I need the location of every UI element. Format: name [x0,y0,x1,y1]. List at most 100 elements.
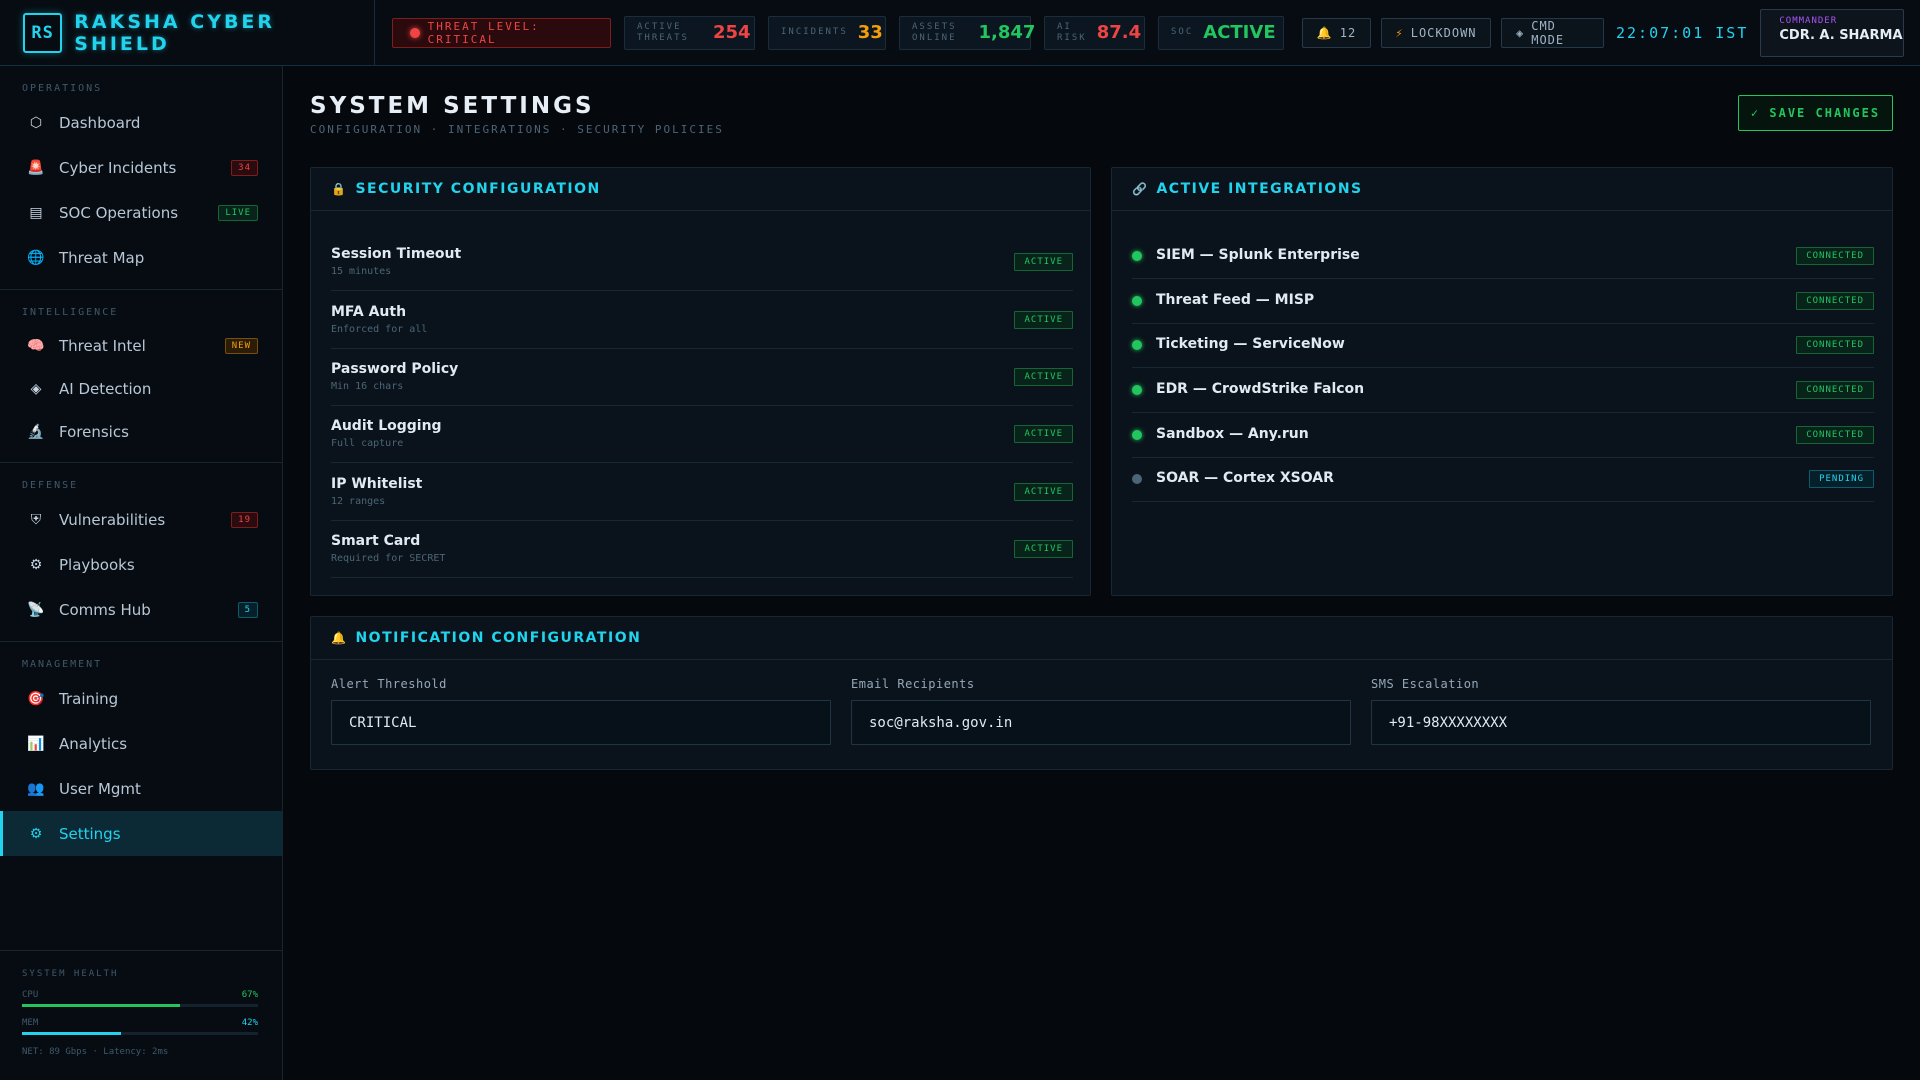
stat-label: THREATS [637,32,689,43]
card-title: NOTIFICATION CONFIGURATION [355,630,642,646]
integration-name: Threat Feed — MISP [1156,292,1315,308]
bar-chart-icon: 📊 [27,735,45,752]
server-icon: ▤ [29,204,43,221]
cpu-row: CPU 67% [22,990,258,1000]
email-recipients-input[interactable]: soc@raksha.gov.in [851,700,1351,745]
alert-threshold-input[interactable]: CRITICAL [331,700,831,745]
stat-value: ACTIVE [1203,22,1276,43]
sidebar-item-cyber-incidents[interactable]: 🚨 Cyber Incidents 34 [0,145,282,190]
card-title: ACTIVE INTEGRATIONS [1156,181,1363,197]
integration-row-edr[interactable]: EDR — CrowdStrike Falcon CONNECTED [1132,368,1874,413]
status-badge: ACTIVE [1014,253,1073,271]
sidebar-item-vulnerabilities[interactable]: ⛨ Vulnerabilities 19 [0,497,282,542]
stat-label: ACTIVE [637,21,682,32]
network-status: NET: 89 Gbps · Latency: 2ms [22,1047,169,1057]
integration-row-soar[interactable]: SOAR — Cortex XSOAR PENDING [1132,457,1874,502]
setting-name: IP Whitelist [331,476,423,492]
threat-level-indicator: THREAT LEVEL: CRITICAL [392,17,611,48]
sidebar-item-ai-detection[interactable]: ◈ AI Detection [0,367,282,410]
sms-escalation-input[interactable]: +91-98XXXXXXXX [1371,700,1871,745]
setting-row-audit-logging[interactable]: Audit Logging Full capture ACTIVE [331,406,1073,463]
sidebar-item-user-mgmt[interactable]: 👥 User Mgmt [0,766,282,811]
stat-value: 254 [712,22,751,43]
sidebar-item-label: Comms Hub [59,600,151,619]
card-title: SECURITY CONFIGURATION [355,181,601,197]
integration-row-siem[interactable]: SIEM — Splunk Enterprise CONNECTED [1132,234,1874,279]
mem-bar-fill [22,1032,122,1035]
nav-section-intelligence: INTELLIGENCE 🧠 Threat Intel NEW ◈ AI Det… [0,290,282,463]
count-badge: 5 [237,601,258,618]
stat-label: ONLINE [912,32,957,43]
sidebar-item-soc-operations[interactable]: ▤ SOC Operations LIVE [0,190,282,235]
stat-value: 87.4 [1096,22,1142,43]
integration-row-threat-feed[interactable]: Threat Feed — MISP CONNECTED [1132,279,1874,324]
lockdown-button[interactable]: ⚡ LOCKDOWN [1381,17,1491,48]
notifications-button[interactable]: 🔔 12 [1302,17,1371,48]
setting-row-mfa-auth[interactable]: MFA Auth Enforced for all ACTIVE [331,292,1073,349]
sidebar-item-label: User Mgmt [59,779,141,798]
sidebar-item-label: Vulnerabilities [59,510,166,529]
sidebar-item-analytics[interactable]: 📊 Analytics [0,721,282,766]
sidebar-item-label: Analytics [59,734,128,753]
sidebar-item-threat-intel[interactable]: 🧠 Threat Intel NEW [0,324,282,367]
email-recipients-field: Email Recipients soc@raksha.gov.in [851,677,1351,745]
users-icon: 👥 [27,780,45,797]
integration-name: Ticketing — ServiceNow [1156,336,1345,352]
nav-section-defense: DEFENSE ⛨ Vulnerabilities 19 ⚙ Playbooks… [0,463,282,642]
sidebar-item-training[interactable]: 🎯 Training [0,676,282,721]
status-badge: CONNECTED [1796,426,1874,444]
lightning-icon: ⚡ [1395,25,1404,40]
sidebar-item-threat-map[interactable]: 🌐 Threat Map [0,235,282,280]
setting-row-ip-whitelist[interactable]: IP Whitelist 12 ranges ACTIVE [331,464,1073,521]
stat-label: ASSETS [912,21,957,32]
satellite-icon: 📡 [27,601,45,618]
sidebar-item-label: Playbooks [59,555,135,574]
sidebar-item-forensics[interactable]: 🔬 Forensics [0,410,282,453]
gear-icon: ⚙ [29,825,43,842]
new-badge: NEW [224,337,258,354]
cmd-mode-label: CMD MODE [1531,18,1565,47]
link-icon: 🔗 [1132,182,1149,196]
brain-icon: 🧠 [27,337,45,354]
setting-row-session-timeout[interactable]: Session Timeout 15 minutes ACTIVE [331,234,1073,291]
stat-label: SOC [1171,27,1194,37]
commander-profile[interactable]: COMMANDER CDR. A. SHARMA [1760,8,1905,57]
brand: RS RAKSHA CYBER SHIELD [0,0,375,65]
save-changes-button[interactable]: ✓ SAVE CHANGES [1738,95,1893,131]
integration-row-sandbox[interactable]: Sandbox — Any.run CONNECTED [1132,413,1874,458]
integration-row-ticketing[interactable]: Ticketing — ServiceNow CONNECTED [1132,323,1874,368]
stat-value: 1,847 [978,22,1036,43]
field-label: SMS Escalation [1371,677,1480,691]
setting-name: Password Policy [331,361,459,377]
status-dot-icon [1132,430,1142,440]
nav-section-title: INTELLIGENCE [22,307,119,318]
setting-desc: Required for SECRET [331,553,446,564]
gear-icon: ⚙ [29,556,43,573]
cmd-mode-button[interactable]: ◈ CMD MODE [1501,17,1604,48]
mem-row: MEM 42% [22,1018,258,1028]
sidebar-item-playbooks[interactable]: ⚙ Playbooks [0,542,282,587]
setting-desc: Enforced for all [331,324,428,335]
commander-name: CDR. A. SHARMA [1779,27,1903,43]
main-content: SYSTEM SETTINGS CONFIGURATION · INTEGRAT… [283,66,1920,1080]
status-badge: ACTIVE [1014,425,1073,443]
page-subtitle: CONFIGURATION · INTEGRATIONS · SECURITY … [310,123,724,136]
integration-name: Sandbox — Any.run [1156,426,1309,442]
setting-row-smart-card[interactable]: Smart Card Required for SECRET ACTIVE [331,521,1073,578]
stat-value: 33 [857,22,883,43]
notification-count: 12 [1339,25,1357,40]
status-badge: ACTIVE [1014,311,1073,329]
stat-active-threats: ACTIVE THREATS 254 [624,15,755,50]
setting-name: Smart Card [331,533,421,549]
security-configuration-card: 🔒 SECURITY CONFIGURATION Session Timeout… [310,167,1091,596]
sidebar-item-label: Forensics [59,422,129,441]
sidebar-item-dashboard[interactable]: ⬡ Dashboard [0,100,282,145]
status-badge: CONNECTED [1796,292,1874,310]
setting-row-password-policy[interactable]: Password Policy Min 16 chars ACTIVE [331,349,1073,406]
sidebar-item-settings[interactable]: ⚙ Settings [0,811,282,856]
sidebar-item-label: Threat Intel [59,336,146,355]
sidebar-item-comms-hub[interactable]: 📡 Comms Hub 5 [0,587,282,632]
setting-name: Session Timeout [331,246,462,262]
stat-label: AI [1057,21,1072,32]
status-dot-icon [1132,340,1142,350]
